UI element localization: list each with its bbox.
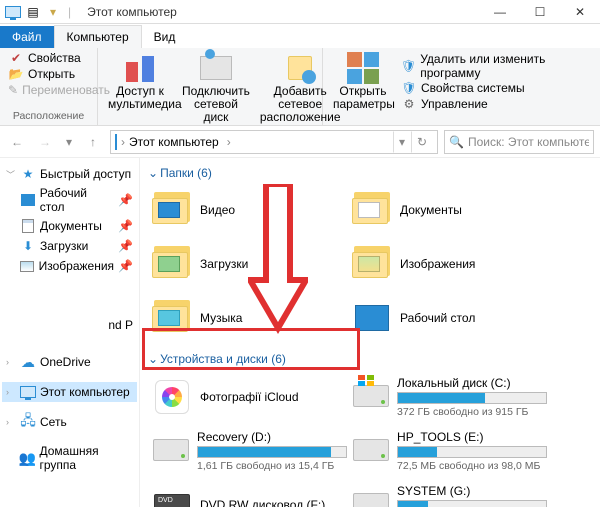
sidebar-documents[interactable]: Документы📌 — [2, 216, 137, 236]
photos-icon — [152, 377, 192, 417]
usage-bar — [397, 446, 547, 458]
ribbon-properties[interactable]: ✔Свойства — [6, 50, 91, 66]
breadcrumb-this-pc: Этот компьютер› — [129, 135, 231, 149]
ribbon-rename[interactable]: ✎Переименовать — [6, 82, 91, 98]
qat-properties-icon[interactable]: ▤ — [24, 3, 42, 21]
address-icon — [115, 135, 117, 149]
address-refresh-button[interactable]: ↻ — [411, 131, 433, 153]
drive-system-g[interactable]: SYSTEM (G:) 158 МБ свободно из 198 МБ — [344, 480, 544, 507]
section-folders[interactable]: ⌄Папки (6) — [144, 162, 596, 186]
drive-icloud-photos[interactable]: Фотографії iCloud — [144, 372, 344, 426]
folder-pictures[interactable]: Изображения — [344, 240, 544, 294]
address-bar-row: ← → ▾ ↑ › Этот компьютер› ▾ ↻ 🔍 Поиск: Э… — [0, 126, 600, 158]
netdrive-icon — [200, 56, 232, 80]
ribbon: ✔Свойства 📂Открыть ✎Переименовать Распол… — [0, 48, 600, 126]
drive-hptools-e[interactable]: HP_TOOLS (E:) 72,5 МБ свободно из 98,0 М… — [344, 426, 544, 480]
sidebar-truncated-item[interactable]: nd P — [2, 316, 137, 334]
sidebar-quick-access[interactable]: ﹀★Быстрый доступ — [2, 164, 137, 184]
sidebar-homegroup[interactable]: 👥Домашняя группа — [2, 442, 137, 474]
dvd-icon — [152, 485, 192, 507]
usage-bar — [397, 392, 547, 404]
section-devices[interactable]: ⌄Устройства и диски (6) — [144, 348, 596, 372]
ribbon-open[interactable]: 📂Открыть — [6, 66, 91, 82]
folder-icon — [152, 244, 192, 284]
params-icon — [347, 52, 379, 84]
window-controls: — ☐ ✕ — [480, 0, 600, 24]
sidebar-onedrive[interactable]: ›☁OneDrive — [2, 352, 137, 372]
nav-up-button[interactable]: ↑ — [82, 131, 104, 153]
ribbon-open-params[interactable]: Открыть параметры — [329, 50, 397, 113]
folder-downloads[interactable]: Загрузки — [144, 240, 344, 294]
drive-local-c[interactable]: Локальный диск (C:) 372 ГБ свободно из 9… — [344, 372, 544, 426]
navigation-pane: ﹀★Быстрый доступ Рабочий стол📌 Документы… — [0, 158, 140, 507]
multimedia-icon — [124, 52, 156, 84]
quick-access-toolbar: ▤ ▾ | — [0, 3, 79, 21]
maximize-button[interactable]: ☐ — [520, 0, 560, 24]
address-dropdown-button[interactable]: ▾ — [393, 131, 411, 153]
drive-icon — [352, 430, 389, 470]
ribbon-manage[interactable]: ⚙Управление — [399, 96, 594, 112]
drive-dvd-f[interactable]: DVD RW дисковод (F:) — [144, 480, 344, 507]
sidebar-pictures[interactable]: Изображения📌 — [2, 256, 137, 276]
search-box[interactable]: 🔍 Поиск: Этот компьютер — [444, 130, 594, 154]
window-title: Этот компьютер — [79, 5, 177, 19]
chevron-down-icon: ⌄ — [148, 166, 158, 180]
sidebar-network[interactable]: ›🖧Сеть — [2, 412, 137, 432]
sidebar-downloads[interactable]: ⬇Загрузки📌 — [2, 236, 137, 256]
drive-icon — [152, 430, 189, 470]
ribbon-tabs: Файл Компьютер Вид — [0, 24, 600, 48]
app-icon — [4, 3, 22, 21]
sidebar-this-pc[interactable]: ›Этот компьютер — [2, 382, 137, 402]
folder-icon — [152, 298, 192, 338]
nav-forward-button[interactable]: → — [34, 131, 56, 153]
folder-documents[interactable]: Документы — [344, 186, 544, 240]
search-icon: 🔍 — [449, 135, 464, 149]
folder-icon — [352, 244, 392, 284]
desktop-icon — [352, 298, 392, 338]
ribbon-map-netdrive[interactable]: Подключить сетевой диск — [178, 50, 254, 127]
tab-computer[interactable]: Компьютер — [54, 25, 142, 48]
nav-recent-button[interactable]: ▾ — [62, 131, 76, 153]
usage-bar — [197, 446, 347, 458]
drive-icon — [352, 376, 389, 416]
folder-videos[interactable]: Видео — [144, 186, 344, 240]
folder-icon — [152, 190, 192, 230]
close-button[interactable]: ✕ — [560, 0, 600, 24]
chevron-down-icon: ⌄ — [148, 352, 158, 366]
folder-music[interactable]: Музыка — [144, 294, 344, 348]
ribbon-multimedia[interactable]: Доступ к мультимедиа — [104, 50, 176, 127]
drive-recovery-d[interactable]: Recovery (D:) 1,61 ГБ свободно из 15,4 Г… — [144, 426, 344, 480]
content-pane: ⌄Папки (6) Видео Документы Загрузки Изоб… — [140, 158, 600, 507]
sidebar-desktop[interactable]: Рабочий стол📌 — [2, 184, 137, 216]
title-bar: ▤ ▾ | Этот компьютер — ☐ ✕ — [0, 0, 600, 24]
qat-new-folder-icon[interactable]: ▾ — [44, 3, 62, 21]
tab-view[interactable]: Вид — [142, 26, 188, 48]
address-bar[interactable]: › Этот компьютер› ▾ ↻ — [110, 130, 438, 154]
tab-file[interactable]: Файл — [0, 26, 54, 48]
search-placeholder: Поиск: Этот компьютер — [468, 135, 589, 149]
ribbon-group-label: Расположение — [6, 110, 91, 123]
ribbon-uninstall[interactable]: 🛡Удалить или изменить программу — [399, 52, 594, 80]
drive-icon — [352, 484, 389, 507]
usage-bar — [397, 500, 547, 507]
add-location-icon — [286, 54, 314, 82]
folder-icon — [352, 190, 392, 230]
minimize-button[interactable]: — — [480, 0, 520, 24]
folder-desktop[interactable]: Рабочий стол — [344, 294, 544, 348]
ribbon-sys-props[interactable]: 🛡Свойства системы — [399, 80, 594, 96]
nav-back-button[interactable]: ← — [6, 131, 28, 153]
